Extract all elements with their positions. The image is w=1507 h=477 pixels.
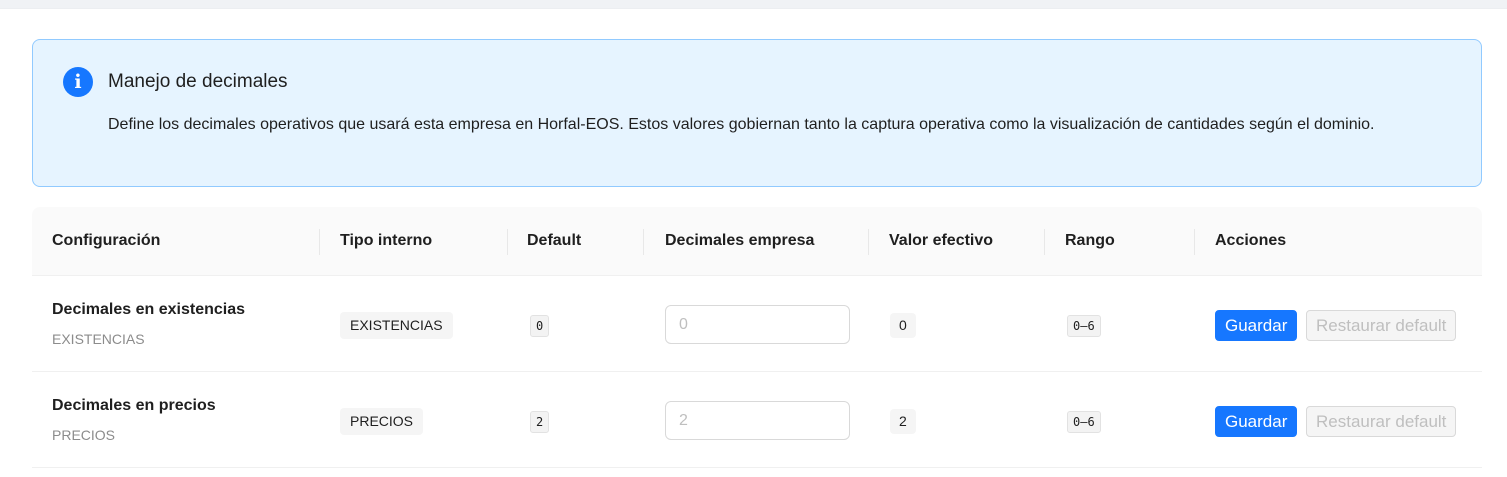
column-separator (319, 229, 320, 255)
column-header-rango: Rango (1065, 232, 1115, 249)
config-label: Decimales en existencias (52, 301, 246, 318)
table-row: Decimales en existencias EXISTENCIAS EXI… (32, 276, 1482, 372)
decimals-settings-card: i Manejo de decimales Define los decimal… (0, 8, 1507, 477)
alert-title: Manejo de decimales (108, 71, 288, 92)
column-separator (643, 229, 644, 255)
config-label: Decimales en precios (52, 397, 216, 414)
table-row: Decimales en precios PRECIOS PRECIOS 2 2… (32, 372, 1482, 468)
restore-default-button[interactable]: Restaurar default (1306, 406, 1457, 437)
info-alert: i Manejo de decimales Define los decimal… (32, 39, 1482, 187)
restore-default-button[interactable]: Restaurar default (1306, 310, 1457, 341)
range-value: 0–6 (1067, 411, 1101, 433)
column-separator (507, 229, 508, 255)
column-header-tipo-interno: Tipo interno (340, 232, 433, 249)
column-header-configuracion: Configuración (52, 232, 161, 249)
effective-value: 0 (890, 313, 916, 338)
column-header-default: Default (527, 232, 582, 249)
internal-type-tag: EXISTENCIAS (340, 312, 453, 339)
alert-description: Define los decimales operativos que usar… (108, 116, 1375, 133)
internal-type-tag: PRECIOS (340, 408, 424, 435)
company-decimals-input[interactable] (665, 401, 850, 440)
default-value: 0 (530, 315, 550, 337)
decimals-table: Configuración Tipo interno Default Decim… (32, 207, 1482, 468)
save-button[interactable]: Guardar (1215, 406, 1298, 437)
save-button[interactable]: Guardar (1215, 310, 1298, 341)
range-value: 0–6 (1067, 315, 1101, 337)
default-value: 2 (530, 411, 550, 433)
config-key: PRECIOS (52, 427, 116, 443)
info-icon: i (63, 67, 93, 97)
column-header-acciones: Acciones (1215, 232, 1287, 249)
effective-value: 2 (890, 409, 916, 434)
column-separator (1044, 229, 1045, 255)
column-separator (868, 229, 869, 255)
table-header: Configuración Tipo interno Default Decim… (32, 207, 1482, 276)
config-key: EXISTENCIAS (52, 331, 145, 347)
column-header-decimales-empresa: Decimales empresa (665, 232, 815, 249)
column-separator (1194, 229, 1195, 255)
column-header-valor-efectivo: Valor efectivo (889, 232, 994, 249)
company-decimals-input[interactable] (665, 305, 850, 344)
